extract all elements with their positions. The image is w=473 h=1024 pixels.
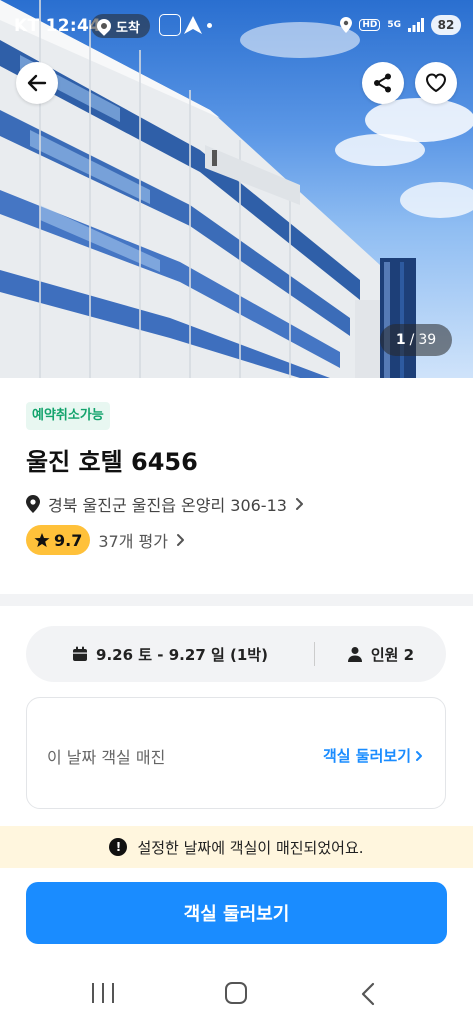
soldout-message: 이 날짜 객실 매진: [47, 748, 166, 767]
hotel-photo-gallery[interactable]: KT 12:44 도착 HD 5G 82 1 / 39: [0, 0, 473, 378]
location-icon: [340, 17, 353, 33]
booking-selector: 9.26 토 - 9.27 일 (1박) 인원 2: [26, 626, 446, 682]
hotel-detail-page: KT 12:44 도착 HD 5G 82 1 / 39 예약취소가능 울진 호텔…: [0, 0, 473, 1024]
share-icon: [374, 73, 391, 93]
hotel-info-section: 예약취소가능 울진 호텔 6456 경북 울진군 울진읍 온양리 306-13 …: [0, 378, 473, 594]
star-icon: [34, 533, 50, 547]
date-range: 9.26 토 - 9.27 일 (1박): [96, 645, 268, 664]
heart-icon: [425, 73, 447, 93]
app-notification-icon: [159, 14, 181, 36]
system-back-button[interactable]: [360, 982, 376, 1006]
soldout-notice-banner: ! 설정한 날짜에 객실이 매진되었어요.: [0, 826, 473, 868]
system-navigation-bar: [0, 964, 473, 1024]
date-selector[interactable]: 9.26 토 - 9.27 일 (1박): [26, 626, 314, 682]
review-count: 37개 평가: [98, 532, 168, 551]
battery-indicator: 82: [431, 15, 461, 35]
guest-selector[interactable]: 인원 2: [315, 626, 446, 682]
chevron-right-icon: [295, 498, 303, 510]
notification-dot-icon: [207, 23, 212, 28]
carrier-time: KT 12:44: [14, 16, 102, 36]
notice-text: 설정한 날짜에 객실이 매진되었어요.: [137, 838, 364, 857]
location-status-pill: 도착: [91, 14, 150, 38]
share-button[interactable]: [362, 62, 404, 104]
status-right-group: HD 5G 82: [340, 15, 461, 35]
hd-voice-icon: HD: [359, 19, 381, 31]
arrow-left-icon: [27, 74, 47, 92]
rating-value: 9.7: [54, 530, 83, 550]
chevron-right-icon: [176, 534, 184, 546]
section-divider: [0, 594, 473, 606]
network-type: 5G: [387, 19, 401, 30]
address-row[interactable]: 경북 울진군 울진읍 온양리 306-13: [26, 492, 305, 516]
alert-icon: !: [109, 838, 128, 856]
rating-row[interactable]: 9.7 37개 평가: [26, 525, 186, 555]
favorite-button[interactable]: [415, 62, 457, 104]
signal-icon: [408, 18, 424, 32]
person-icon: [347, 647, 362, 662]
hotel-building-photo: [0, 0, 473, 378]
browse-rooms-link[interactable]: 객실 둘러보기: [323, 745, 423, 766]
back-button[interactable]: [16, 62, 58, 104]
rating-badge: 9.7: [26, 525, 91, 555]
navigation-app-icon: [184, 16, 202, 34]
calendar-icon: [73, 646, 88, 661]
photo-counter: 1 / 39: [380, 324, 452, 356]
home-button[interactable]: [225, 982, 247, 1004]
address-text: 경북 울진군 울진읍 온양리 306-13: [48, 496, 287, 515]
review-count-link[interactable]: 37개 평가: [98, 528, 186, 552]
chevron-right-icon: [416, 750, 422, 761]
recent-apps-button[interactable]: [92, 983, 114, 1003]
hotel-name: 울진 호텔 6456: [26, 448, 198, 476]
guest-count: 인원 2: [370, 645, 415, 664]
location-pin-icon: [26, 495, 40, 513]
browse-rooms-button[interactable]: 객실 둘러보기: [26, 882, 447, 944]
cancellation-badge: 예약취소가능: [26, 402, 110, 430]
room-availability-card: 이 날짜 객실 매진 객실 둘러보기: [26, 697, 446, 809]
status-bar: KT 12:44 도착 HD 5G 82: [0, 0, 473, 52]
location-pin-icon: [94, 16, 114, 36]
